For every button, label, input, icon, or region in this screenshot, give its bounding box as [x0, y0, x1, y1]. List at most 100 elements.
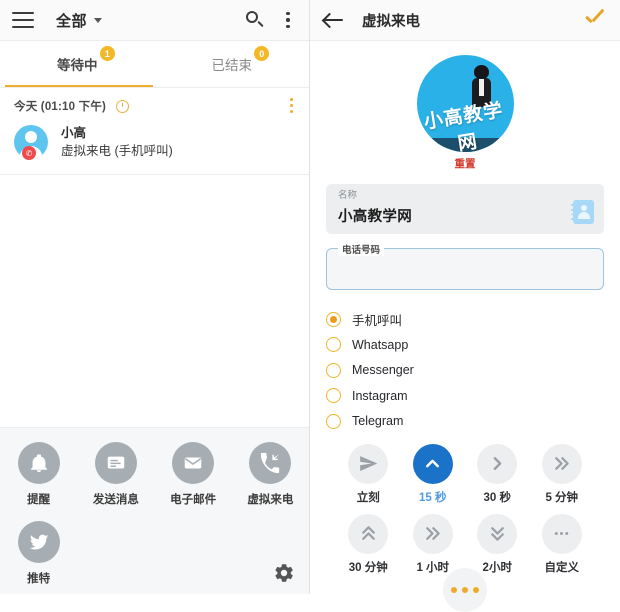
send-icon	[348, 443, 389, 484]
radio-icon	[326, 337, 341, 353]
timing-option-label: 1 小时	[416, 561, 450, 574]
contact-photo[interactable]: 小高教学网	[416, 55, 514, 152]
tab-pending-badge: 1	[99, 46, 115, 61]
list-item-text: 小高 虚拟来电 (手机呼叫)	[61, 124, 173, 160]
arrow-left-icon[interactable]	[324, 12, 344, 28]
left-empty-space	[0, 175, 309, 427]
chevron-down-icon	[94, 17, 103, 23]
logo-text: 小高教学网	[421, 99, 505, 152]
shortcut-spacer-3	[232, 521, 309, 586]
name-field-label: 名称	[338, 190, 358, 201]
timing-option-custom[interactable]: 自定义	[530, 513, 595, 575]
timing-row-1: 立刻 15 秒 30 秒 5 分钟	[336, 443, 595, 505]
tab-pending[interactable]: 等待中 1	[0, 41, 155, 87]
name-field[interactable]: 名称 小高教学网	[326, 184, 604, 235]
timing-option-label: 30 秒	[483, 491, 512, 504]
phone-incoming-icon	[249, 442, 292, 484]
phone-field-label: 电话号码	[338, 242, 385, 257]
radio-option-label: Instagram	[352, 388, 408, 403]
more-vertical-icon[interactable]	[279, 11, 297, 29]
radio-icon	[326, 413, 341, 429]
shortcut-spacer-1	[77, 521, 154, 586]
list-date-label: 今天 (01:10 下午)	[14, 101, 107, 113]
shortcut-reminder[interactable]: 提醒	[0, 442, 77, 507]
shortcut-twitter-label: 推特	[27, 573, 51, 585]
ellipsis-icon	[541, 513, 582, 554]
reset-photo-link[interactable]: 重置	[455, 156, 476, 171]
search-icon[interactable]	[245, 10, 265, 30]
shortcut-email[interactable]: 电子邮件	[155, 442, 232, 507]
timing-option-label: 自定义	[544, 561, 580, 574]
scheduled-list: 今天 (01:10 下午) ✆ 小高 虚拟来电 (手机呼叫)	[0, 88, 309, 176]
name-field-col: 名称 小高教学网	[338, 190, 573, 226]
call-type-radio-group: 手机呼叫 Whatsapp Messenger Instagram Telegr…	[326, 306, 604, 434]
radio-option-whatsapp[interactable]: Whatsapp	[326, 332, 604, 358]
radio-icon	[326, 362, 341, 378]
chevron-right-icon	[477, 443, 518, 484]
gear-icon[interactable]	[273, 562, 295, 584]
radio-icon	[326, 311, 341, 327]
timing-option-15s[interactable]: 15 秒	[401, 443, 466, 505]
list-item-name: 小高	[61, 126, 87, 140]
shortcut-panel: 提醒 发送消息 电子邮件 虚拟来电 推特	[0, 427, 309, 594]
avatar-wrapper: ✆	[14, 125, 48, 161]
left-app-bar: 全部	[0, 0, 309, 41]
timing-option-5min[interactable]: 5 分钟	[530, 443, 595, 505]
chevron-up-icon	[412, 443, 453, 484]
bell-icon	[17, 442, 60, 484]
timing-option-2hour[interactable]: 2小时	[465, 513, 530, 575]
timing-option-label: 15 秒	[419, 491, 447, 504]
tab-finished-label: 已结束	[211, 58, 253, 73]
hamburger-menu-icon[interactable]	[12, 12, 34, 28]
radio-icon	[326, 388, 341, 404]
timing-option-now[interactable]: 立刻	[336, 443, 401, 505]
filter-title-label: 全部	[56, 12, 88, 30]
radio-option-label: Messenger	[352, 363, 414, 378]
shortcut-fake-call-label: 虚拟来电	[247, 494, 294, 506]
timing-option-30min[interactable]: 30 分钟	[336, 513, 401, 575]
shortcut-twitter[interactable]: 推特	[0, 521, 77, 586]
right-content: 小高教学网 重置 名称 小高教学网 电话号码 手机呼叫 Whatsapp Mes…	[310, 41, 620, 594]
phone-field[interactable]: 电话号码	[326, 242, 604, 291]
shortcut-message[interactable]: 发送消息	[77, 442, 154, 507]
tab-finished-badge: 0	[254, 46, 270, 61]
list-item[interactable]: ✆ 小高 虚拟来电 (手机呼叫)	[0, 118, 309, 174]
radio-option-label: Whatsapp	[352, 337, 409, 352]
timing-option-label: 立刻	[356, 491, 380, 504]
dual-pane-screenshot: 全部 等待中 1 已结束 0 今天 (01:10 下午) ✆ 小高 虚拟来电 (…	[0, 0, 620, 612]
more-horizontal-icon[interactable]	[443, 568, 487, 612]
double-chevron-down-icon	[477, 513, 518, 554]
shortcut-row-1: 提醒 发送消息 电子邮件 虚拟来电	[0, 442, 309, 507]
tab-pending-label: 等待中	[57, 58, 98, 73]
shortcut-row-2: 推特	[0, 521, 309, 586]
timing-option-1hour[interactable]: 1 小时	[401, 513, 466, 575]
shortcut-fake-call[interactable]: 虚拟来电	[232, 442, 309, 507]
shortcut-spacer-2	[155, 521, 232, 586]
contact-book-icon[interactable]	[571, 200, 594, 225]
right-panel: 虚拟来电 小高教学网 重置 名称 小高教学网 电话号码 手机呼叫 Whatsap…	[310, 0, 620, 612]
shortcut-message-label: 发送消息	[92, 494, 139, 506]
timing-option-30s[interactable]: 30 秒	[465, 443, 530, 505]
radio-option-telegram[interactable]: Telegram	[326, 408, 604, 434]
filter-title[interactable]: 全部	[56, 10, 103, 31]
tab-active-indicator	[5, 84, 153, 87]
row-more-vertical-icon[interactable]	[289, 98, 293, 113]
radio-option-label: 手机呼叫	[352, 313, 403, 328]
shortcut-reminder-label: 提醒	[27, 494, 51, 506]
timing-option-label: 5 分钟	[545, 491, 579, 504]
radio-option-messenger[interactable]: Messenger	[326, 357, 604, 383]
radio-option-mobile-call[interactable]: 手机呼叫	[326, 306, 604, 332]
check-icon[interactable]	[584, 11, 606, 29]
shortcut-email-label: 电子邮件	[170, 494, 217, 506]
radio-option-label: Telegram	[352, 414, 404, 429]
envelope-icon	[172, 442, 215, 484]
tab-finished[interactable]: 已结束 0	[155, 41, 310, 87]
list-item-subtitle: 虚拟来电 (手机呼叫)	[61, 144, 173, 159]
tab-bar: 等待中 1 已结束 0	[0, 41, 309, 87]
radio-option-instagram[interactable]: Instagram	[326, 383, 604, 409]
message-icon	[94, 442, 137, 484]
left-panel: 全部 等待中 1 已结束 0 今天 (01:10 下午) ✆ 小高 虚拟来电 (…	[0, 0, 310, 594]
name-field-value: 小高教学网	[338, 209, 412, 226]
double-chevron-up-icon	[348, 513, 389, 554]
right-app-bar: 虚拟来电	[310, 0, 620, 41]
